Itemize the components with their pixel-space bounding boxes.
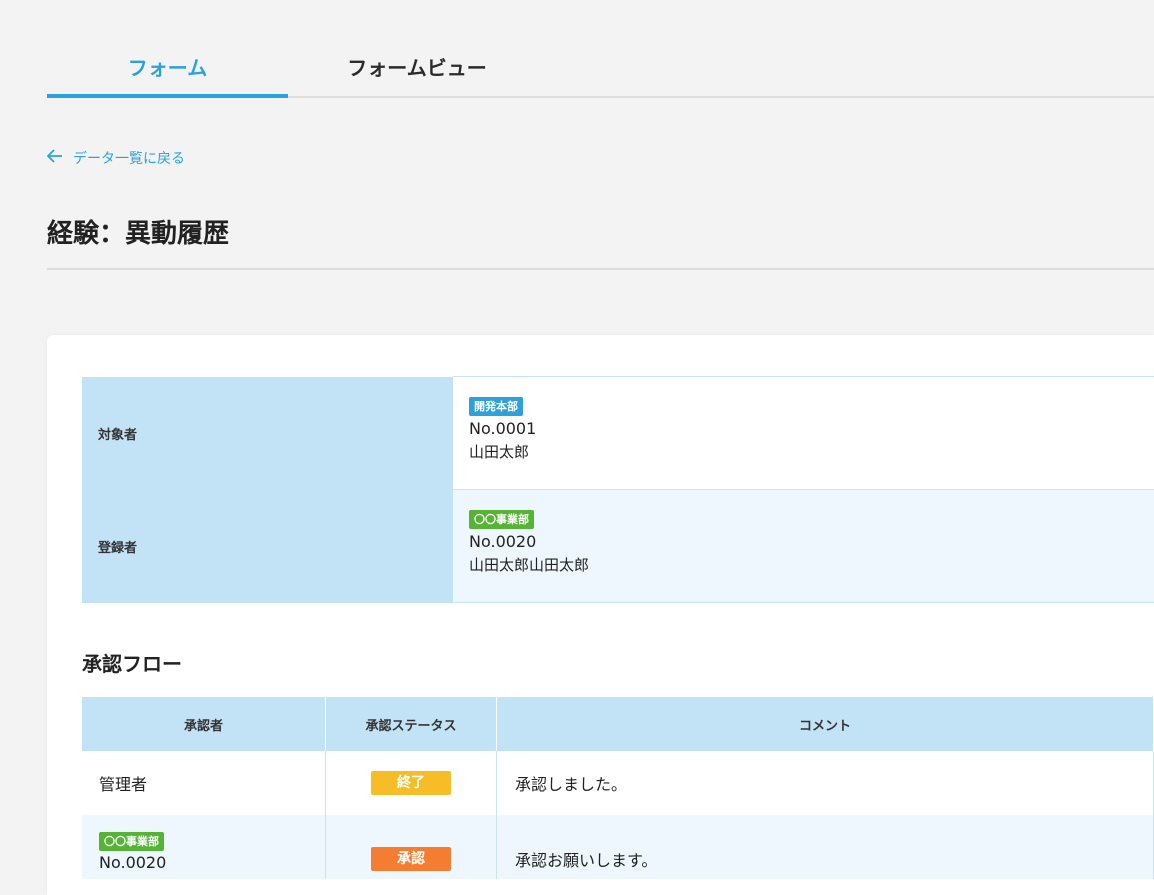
comment-cell: 承認しました。 xyxy=(496,751,1154,815)
tab-bar: フォーム フォームビュー xyxy=(47,52,1154,98)
column-header-approver: 承認者 xyxy=(82,697,326,751)
registrant-value: 〇〇事業部 No.0020 山田太郎山田太郎 xyxy=(453,489,1154,603)
approver-cell: 〇〇事業部 No.0020 xyxy=(82,815,326,879)
detail-card: 対象者 開発本部 No.0001 山田太郎 登録者 〇〇事業部 No.0020 … xyxy=(47,335,1154,895)
target-value: 開発本部 No.0001 山田太郎 xyxy=(453,376,1154,490)
target-label: 対象者 xyxy=(82,376,453,490)
title-divider xyxy=(47,268,1154,270)
employee-number: No.0020 xyxy=(99,853,167,872)
approver-cell: 管理者 xyxy=(82,751,326,815)
comment-cell: 承認お願いします。 xyxy=(496,815,1154,879)
tab-form[interactable]: フォーム xyxy=(47,52,288,98)
tab-form-view[interactable]: フォームビュー xyxy=(307,52,527,96)
target-row: 対象者 開発本部 No.0001 山田太郎 xyxy=(82,376,1154,490)
approval-flow-title: 承認フロー xyxy=(82,652,182,676)
column-header-status: 承認ステータス xyxy=(325,697,497,751)
department-badge: 開発本部 xyxy=(469,397,523,416)
employee-number: No.0020 xyxy=(469,532,537,551)
arrow-left-icon xyxy=(46,149,63,167)
page-title: 経験：異動履歴 xyxy=(47,219,230,249)
employee-name: 山田太郎 xyxy=(469,443,530,461)
registrant-row: 登録者 〇〇事業部 No.0020 山田太郎山田太郎 xyxy=(82,489,1154,603)
status-cell: 終了 xyxy=(325,751,497,815)
status-cell: 承認 xyxy=(325,815,497,879)
table-row: 管理者 終了 承認しました。 xyxy=(82,751,1154,815)
department-badge: 〇〇事業部 xyxy=(469,510,534,529)
info-table: 対象者 開発本部 No.0001 山田太郎 登録者 〇〇事業部 No.0020 … xyxy=(82,376,1154,603)
table-header-row: 承認者 承認ステータス コメント xyxy=(82,697,1154,751)
approval-flow-table: 承認者 承認ステータス コメント 管理者 終了 承認しました。 〇〇事業部 No… xyxy=(82,697,1154,879)
status-badge: 承認 xyxy=(371,847,451,871)
back-to-list-link[interactable]: データ一覧に戻る xyxy=(46,148,185,168)
table-row: 〇〇事業部 No.0020 承認 承認お願いします。 xyxy=(82,815,1154,879)
column-header-comment: コメント xyxy=(496,697,1154,751)
status-badge: 終了 xyxy=(371,771,451,795)
department-badge: 〇〇事業部 xyxy=(99,832,164,851)
employee-number: No.0001 xyxy=(469,419,537,438)
employee-name: 山田太郎山田太郎 xyxy=(469,556,590,574)
registrant-label: 登録者 xyxy=(82,489,453,603)
back-link-label: データ一覧に戻る xyxy=(73,151,185,167)
